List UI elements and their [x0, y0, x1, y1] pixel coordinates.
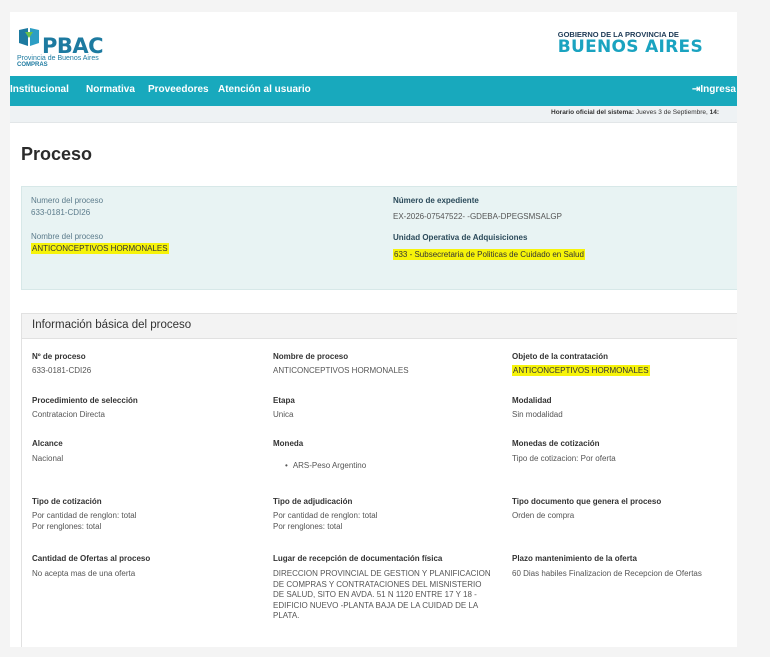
tipo-documento-label: Tipo documento que genera el proceso — [512, 497, 662, 506]
site-header: PBAC Provincia de Buenos Aires COMPRAS G… — [10, 12, 737, 76]
moneda-list-item: ARS-Peso Argentino — [285, 461, 366, 470]
plazo-mantenimiento-value: 60 Dias habiles Finalizacion de Recepcio… — [512, 569, 702, 578]
pbac-logo-icon — [19, 28, 39, 46]
process-summary: Numero del proceso 633-0181-CDI26 Nombre… — [21, 186, 737, 290]
page-title: Proceso — [21, 144, 93, 164]
login-label: Ingresa — [700, 84, 736, 95]
tipo-adjudicacion-value-2: Por renglones: total — [273, 522, 343, 531]
pbac-logo[interactable]: PBAC Provincia de Buenos Aires COMPRAS — [17, 22, 127, 72]
lugar-recepcion-label: Lugar de recepción de documentación físi… — [273, 554, 443, 563]
numero-proceso-label: Numero del proceso — [31, 196, 104, 205]
moneda-label: Moneda — [273, 439, 304, 448]
monedas-cotizacion-label: Monedas de cotización — [512, 439, 600, 448]
login-link[interactable]: ⇥Ingresa — [692, 84, 736, 95]
expediente-value: EX-2026-07547522- -GDEBA-DPEGSMSALGP — [393, 212, 562, 221]
nav-institucional[interactable]: Institucional — [10, 84, 69, 95]
logo-subtitle-compras: COMPRAS — [17, 62, 48, 68]
main-nav: Institucional Normativa Proveedores Aten… — [10, 76, 737, 106]
modalidad-label: Modalidad — [512, 396, 552, 405]
tipo-cotizacion-value-1: Por cantidad de renglon: total — [32, 511, 137, 520]
objeto-label: Objeto de la contratación — [512, 352, 609, 361]
plazo-mantenimiento-label: Plazo mantenimiento de la oferta — [512, 554, 637, 563]
system-time-hour: 14: — [709, 109, 720, 116]
etapa-label: Etapa — [273, 396, 295, 405]
cantidad-ofertas-value: No acepta mas de una oferta — [32, 569, 136, 578]
procedimiento-value: Contratacion Directa — [32, 410, 105, 419]
nombre-proceso-value: ANTICONCEPTIVOS HORMONALES — [31, 243, 169, 254]
basic-info-card-header: Información básica del proceso — [22, 314, 737, 339]
unidad-operativa-highlight: 633 - Subsecretaria de Politicas de Cuid… — [393, 249, 585, 260]
etapa-value: Unica — [273, 410, 294, 419]
lugar-recepcion-value: DIRECCION PROVINCIAL DE GESTION Y PLANIF… — [273, 569, 491, 620]
monedas-cotizacion-value: Tipo de cotizacion: Por oferta — [512, 454, 616, 463]
tipo-cotizacion-label: Tipo de cotización — [32, 497, 102, 506]
expediente-label: Número de expediente — [393, 196, 479, 205]
system-time-value: Jueves 3 de Septiembre, — [635, 109, 708, 116]
objeto-value: ANTICONCEPTIVOS HORMONALES — [512, 365, 650, 377]
nav-normativa[interactable]: Normativa — [86, 84, 135, 95]
tipo-documento-value: Orden de compra — [512, 511, 575, 520]
tipo-adjudicacion-value-1: Por cantidad de renglon: total — [273, 511, 378, 520]
system-time: Horario oficial del sistema: Jueves 3 de… — [551, 109, 719, 116]
nav-proveedores[interactable]: Proveedores — [148, 84, 209, 95]
gobierno-logo[interactable]: GOBIERNO DE LA PROVINCIA DE BUENOS AIRES — [558, 30, 703, 56]
unidad-operativa-value: 633 - Subsecretaria de Politicas de Cuid… — [393, 249, 585, 260]
logo-subtitle: Provincia de Buenos Aires — [17, 55, 99, 62]
alcance-value: Nacional — [32, 454, 64, 463]
system-time-label: Horario oficial del sistema: — [551, 109, 635, 116]
numero-proceso-value: 633-0181-CDI26 — [31, 208, 91, 217]
page: PBAC Provincia de Buenos Aires COMPRAS G… — [10, 12, 737, 647]
nombre-proceso-highlight: ANTICONCEPTIVOS HORMONALES — [31, 243, 169, 254]
tipo-adjudicacion-label: Tipo de adjudicación — [273, 497, 353, 506]
modalidad-value: Sin modalidad — [512, 410, 563, 419]
tipo-cotizacion-value-2: Por renglones: total — [32, 522, 102, 531]
unidad-operativa-label: Unidad Operativa de Adquisiciones — [393, 233, 528, 242]
objeto-highlight: ANTICONCEPTIVOS HORMONALES — [512, 365, 650, 376]
nav-atencion-usuario[interactable]: Atención al usuario — [218, 84, 311, 95]
alcance-label: Alcance — [32, 439, 63, 448]
gobierno-logo-main: BUENOS AIRES — [557, 37, 703, 57]
nro-proceso-value: 633-0181-CDI26 — [32, 366, 92, 375]
cantidad-ofertas-label: Cantidad de Ofertas al proceso — [32, 554, 151, 563]
nombre-proceso-label: Nombre del proceso — [31, 232, 104, 241]
nro-proceso-label: Nº de proceso — [32, 352, 86, 361]
nombre-label: Nombre de proceso — [273, 352, 349, 361]
basic-info-title: Información básica del proceso — [32, 319, 192, 331]
procedimiento-label: Procedimiento de selección — [32, 396, 138, 405]
system-time-bar: Horario oficial del sistema: Jueves 3 de… — [10, 106, 737, 123]
nombre-value: ANTICONCEPTIVOS HORMONALES — [273, 366, 409, 375]
basic-info-card: Información básica del proceso Nº de pro… — [21, 313, 737, 647]
